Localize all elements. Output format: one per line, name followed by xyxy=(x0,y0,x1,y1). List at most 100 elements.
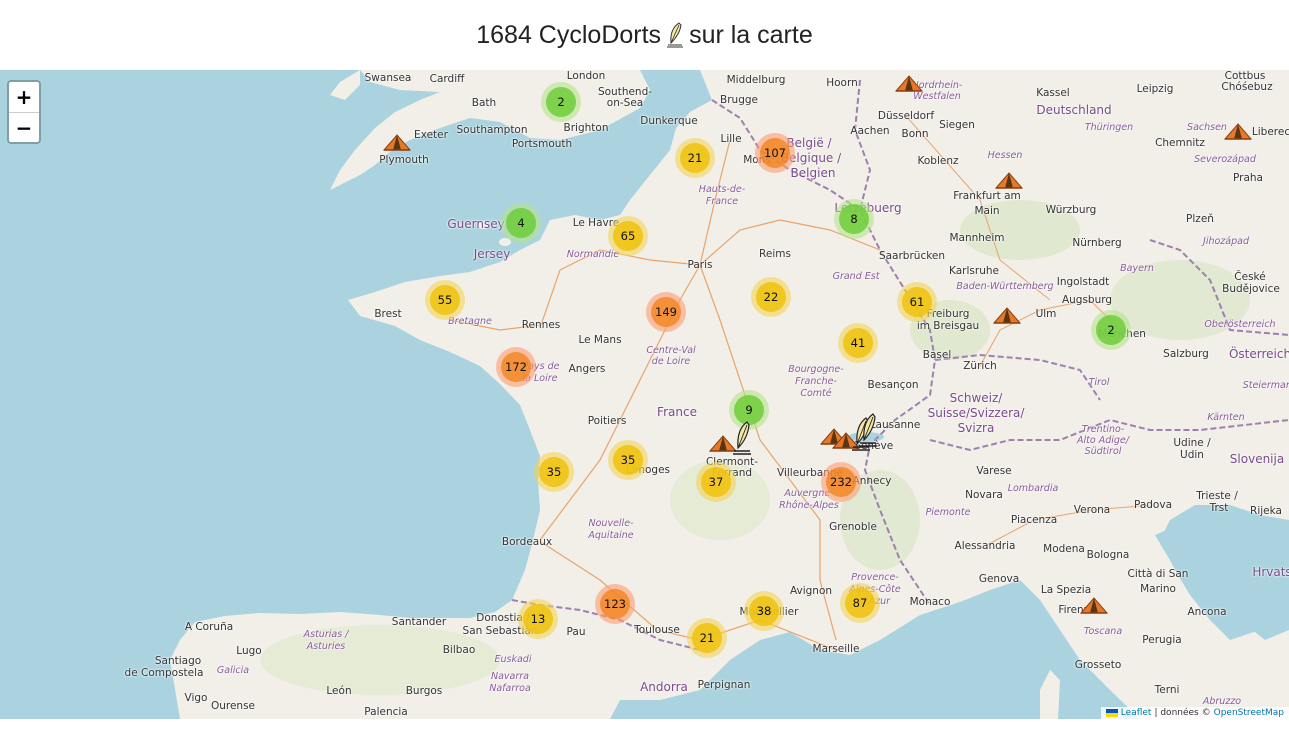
place-label: Jihozápad xyxy=(1203,236,1249,247)
marker-cluster[interactable]: 61 xyxy=(897,282,937,322)
place-label: Brest xyxy=(374,308,402,320)
tent-icon[interactable] xyxy=(994,170,1024,190)
place-label: im Breisgau xyxy=(916,320,980,332)
marker-cluster[interactable]: 149 xyxy=(646,292,686,332)
marker-cluster-count: 65 xyxy=(613,221,643,251)
place-label: Trieste / xyxy=(1196,490,1238,502)
place-label: Grosseto xyxy=(1074,659,1122,671)
place-label: Asturies xyxy=(306,641,346,652)
tent-icon[interactable] xyxy=(1223,121,1253,141)
place-label: Karlsruhe xyxy=(949,265,999,277)
place-label: Thüringen xyxy=(1084,122,1134,133)
marker-cluster[interactable]: 172 xyxy=(496,347,536,387)
marker-cluster[interactable]: 35 xyxy=(608,440,648,480)
place-label: Frankfurt am xyxy=(953,190,1021,202)
place-label: Svizra xyxy=(957,421,995,435)
tent-icon[interactable] xyxy=(992,305,1022,325)
marker-cluster[interactable]: 2 xyxy=(1091,310,1131,350)
place-label: Guernsey xyxy=(447,217,505,231)
place-label: Aachen xyxy=(850,125,890,137)
marker-cluster[interactable]: 65 xyxy=(608,216,648,256)
marker-cluster-count: 2 xyxy=(1096,315,1126,345)
feather-marker-icon[interactable] xyxy=(731,420,753,456)
marker-cluster-count: 13 xyxy=(523,604,553,634)
marker-cluster[interactable]: 232 xyxy=(821,462,861,502)
place-label: Suisse/Svizzera/ xyxy=(927,406,1025,420)
place-label: Verona xyxy=(1073,504,1111,516)
place-label: Palencia xyxy=(364,706,408,718)
tent-icon[interactable] xyxy=(382,132,412,152)
marker-cluster-count: 172 xyxy=(501,352,531,382)
tent-icon[interactable] xyxy=(894,73,924,93)
place-label: de Compostela xyxy=(124,667,204,679)
place-label: Middelburg xyxy=(726,74,786,86)
marker-cluster[interactable]: 55 xyxy=(425,280,465,320)
place-label: Normandie xyxy=(566,249,620,260)
marker-cluster[interactable]: 38 xyxy=(744,591,784,631)
place-label: France xyxy=(657,405,697,419)
place-label: Hoorn xyxy=(826,77,858,89)
leaflet-link[interactable]: Leaflet xyxy=(1121,708,1152,718)
marker-cluster[interactable]: 87 xyxy=(840,583,880,623)
place-label: Bologna xyxy=(1086,549,1130,561)
place-label: Genova xyxy=(978,573,1020,585)
place-label: České xyxy=(1234,271,1266,283)
marker-cluster-count: 21 xyxy=(692,623,722,653)
tent-icon[interactable] xyxy=(1079,595,1109,615)
zoom-control: + − xyxy=(7,80,41,144)
place-label: Sachsen xyxy=(1187,122,1227,133)
place-label: Hrvats xyxy=(1252,565,1289,579)
marker-cluster[interactable]: 21 xyxy=(687,618,727,658)
place-label: Lille xyxy=(720,133,742,145)
marker-cluster-count: 61 xyxy=(902,287,932,317)
place-label: Udin xyxy=(1180,449,1204,461)
place-label: Toulouse xyxy=(634,624,680,636)
feather-marker-icon[interactable] xyxy=(857,412,879,448)
place-label: Liberec xyxy=(1251,126,1289,138)
place-label: Trst xyxy=(1209,502,1229,514)
place-label: Poitiers xyxy=(587,415,627,427)
place-label: Plzeň xyxy=(1186,213,1214,225)
place-label: A Coruña xyxy=(184,621,234,633)
place-label: Swansea xyxy=(364,72,412,84)
zoom-out-button[interactable]: − xyxy=(9,112,39,142)
place-label: Perugia xyxy=(1142,634,1182,646)
marker-cluster[interactable]: 21 xyxy=(675,138,715,178)
marker-cluster-count: 123 xyxy=(600,589,630,619)
marker-cluster[interactable]: 13 xyxy=(518,599,558,639)
place-label: Salzburg xyxy=(1163,348,1209,360)
marker-cluster[interactable]: 8 xyxy=(834,199,874,239)
place-label: Bourgogne- xyxy=(788,364,844,375)
place-label: Monaco xyxy=(909,596,951,608)
marker-cluster[interactable]: 37 xyxy=(696,462,736,502)
zoom-in-button[interactable]: + xyxy=(9,82,39,112)
feather-icon xyxy=(667,22,684,48)
marker-cluster[interactable]: 2 xyxy=(541,82,581,122)
map-attribution: Leaflet | données © OpenStreetMap xyxy=(1100,707,1289,719)
marker-cluster[interactable]: 22 xyxy=(751,277,791,317)
map-container[interactable]: Swansea Cardiff London Southend-on-Sea Bath B… xyxy=(0,70,1289,719)
place-label: Jersey xyxy=(473,247,511,261)
place-label: Kärnten xyxy=(1207,412,1245,423)
marker-cluster[interactable]: 35 xyxy=(534,452,574,492)
place-label: France xyxy=(705,196,739,207)
place-label: Rennes xyxy=(521,319,561,331)
openstreetmap-link[interactable]: OpenStreetMap xyxy=(1214,708,1284,718)
place-label: Modena xyxy=(1043,543,1085,555)
place-label: Padova xyxy=(1133,499,1173,511)
place-label: Chemnitz xyxy=(1155,137,1205,149)
place-label: on-Sea xyxy=(606,97,644,109)
place-label: Ulm xyxy=(1035,308,1057,320)
place-label: Dunkerque xyxy=(640,115,698,127)
marker-cluster-count: 21 xyxy=(680,143,710,173)
place-label: Asturias / xyxy=(303,629,349,640)
marker-cluster[interactable]: 123 xyxy=(595,584,635,624)
attribution-separator: | données © xyxy=(1154,708,1211,718)
marker-cluster[interactable]: 107 xyxy=(755,133,795,173)
place-label: Österreich xyxy=(1228,347,1289,361)
marker-cluster-count: 149 xyxy=(651,297,681,327)
marker-cluster[interactable]: 4 xyxy=(501,203,541,243)
marker-cluster-count: 232 xyxy=(826,467,856,497)
place-label: Avignon xyxy=(789,585,833,597)
marker-cluster[interactable]: 41 xyxy=(838,323,878,363)
